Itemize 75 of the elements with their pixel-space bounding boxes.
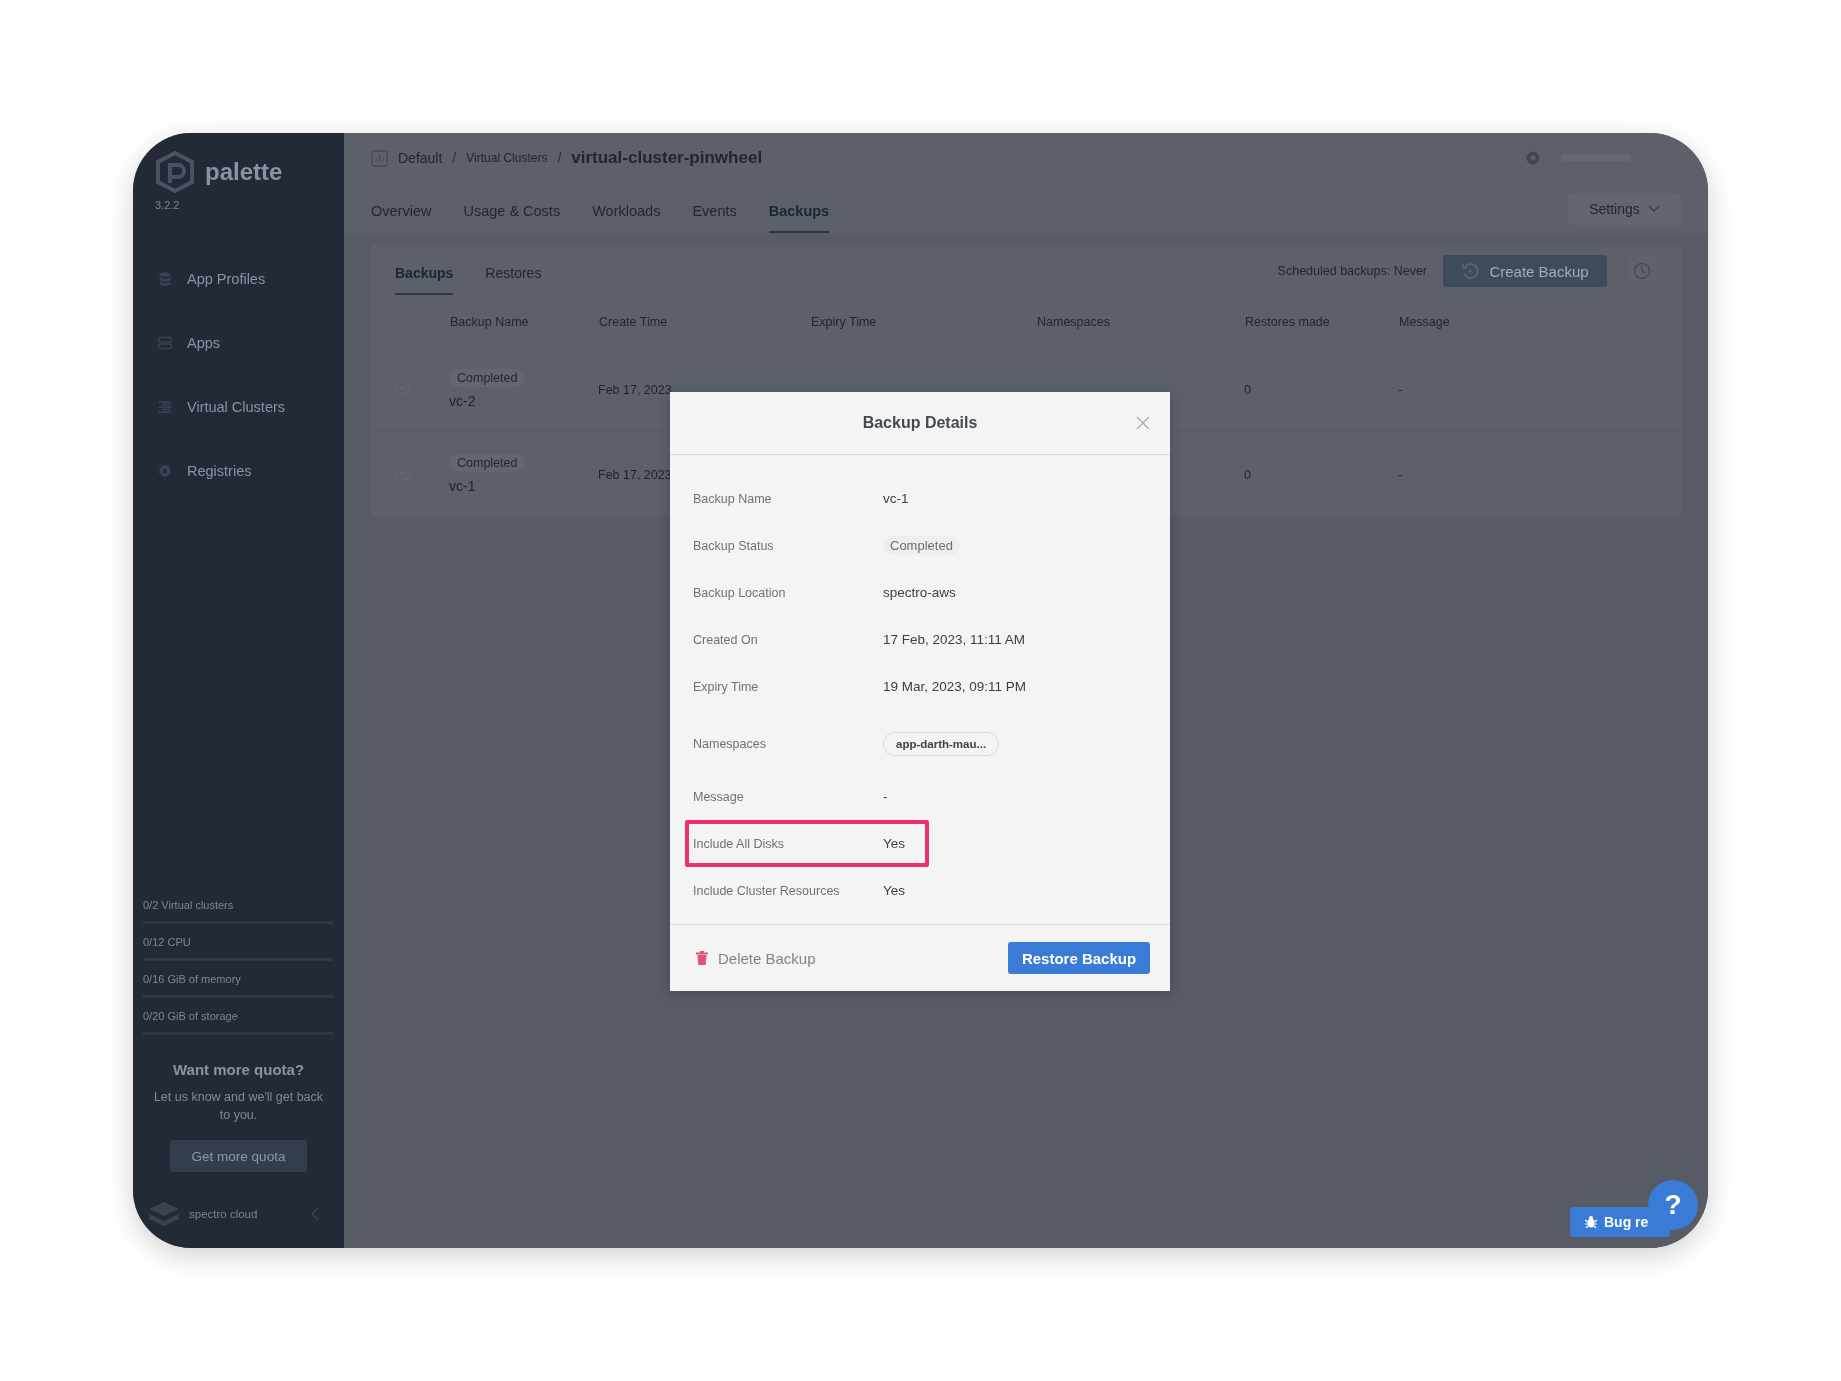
trash-icon (696, 951, 708, 965)
breadcrumb-separator: / (452, 150, 457, 166)
list-icon (157, 399, 173, 415)
column-header: Create Time (599, 314, 668, 331)
tab[interactable]: Usage & Costs (463, 203, 561, 233)
app-logo-text: palette (205, 158, 283, 186)
nav-item[interactable]: Registries (133, 439, 344, 503)
field-value: Yes (883, 836, 906, 851)
caret-icon (1647, 205, 1660, 213)
field-label: Backup Status (693, 538, 775, 553)
field-label: Backup Location (693, 585, 787, 600)
close-icon[interactable] (1136, 416, 1150, 430)
field-value: 19 Mar, 2023, 09:11 PM (883, 679, 1027, 694)
get-quota-button[interactable]: Get more quota (170, 1140, 307, 1172)
quota-label: 0/20 GiB of storage (143, 1009, 239, 1022)
create-time: Feb 17, 2023 (597, 382, 672, 397)
version-label: 3.2.2 (154, 198, 181, 211)
database-icon (157, 271, 173, 287)
delete-backup-button[interactable]: Delete Backup (696, 949, 816, 967)
breadcrumb-separator: / (557, 150, 562, 166)
logo-icon (155, 151, 195, 193)
tab[interactable]: Workloads (592, 203, 661, 233)
column-header: Restores made (1245, 314, 1330, 331)
status-badge: Completed (449, 454, 526, 472)
settings-button[interactable]: Settings (1568, 193, 1681, 225)
field-label: Include Cluster Resources (693, 883, 841, 898)
clock-icon (1633, 262, 1651, 280)
message-cell-text: - (1397, 382, 1403, 397)
field-value: 17 Feb, 2023, 11:11 AM (883, 632, 1026, 647)
bug-icon (1584, 1215, 1598, 1229)
company-name: spectro cloud (189, 1208, 259, 1220)
create-backup-button[interactable]: Create Backup (1443, 255, 1607, 287)
tab[interactable]: Events (692, 203, 737, 233)
field-label: Message (693, 789, 745, 804)
schedule-label: Scheduled backups: Never (1277, 264, 1427, 278)
breadcrumb-item[interactable]: Default (398, 150, 443, 166)
collapse-icon[interactable] (310, 1207, 320, 1221)
field-value: - (883, 789, 888, 804)
column-header: Backup Name (450, 314, 529, 331)
breadcrumb-item[interactable]: Virtual Clusters (466, 151, 548, 165)
promo-text: Let us know and we'll get back to you. (153, 1089, 324, 1124)
column-header: Message (1399, 314, 1450, 331)
company-logo-icon (147, 1200, 181, 1228)
breadcrumb-item: virtual-cluster-pinwheel (571, 148, 763, 168)
tab[interactable]: Backups (395, 251, 454, 295)
quota-label: 0/12 CPU (143, 935, 192, 948)
nav-item[interactable]: App Profiles (133, 247, 344, 311)
dialog-title: Backup Details (862, 414, 978, 432)
nav-item[interactable]: Apps (133, 311, 344, 375)
backup-name: vc-2 (449, 393, 476, 409)
column-header: Namespaces (1037, 314, 1110, 331)
tab[interactable]: Restores (485, 251, 542, 295)
status-badge: Completed (449, 369, 526, 387)
field-label: Namespaces (693, 736, 767, 751)
backup-name: vc-1 (449, 478, 476, 494)
stack-icon (157, 335, 173, 351)
restore-backup-button[interactable]: Restore Backup (1008, 942, 1150, 974)
promo-title: Want more quota? (172, 1061, 305, 1078)
nav-item[interactable]: Virtual Clusters (133, 375, 344, 439)
dashboard-icon (371, 149, 388, 167)
quota-label: 0/16 GiB of memory (143, 972, 242, 985)
column-header: Expiry Time (811, 314, 877, 331)
field-label: Created On (693, 632, 759, 647)
restores-count: 0 (1243, 382, 1251, 397)
tab[interactable]: Overview (371, 203, 432, 233)
field-value: vc-1 (883, 491, 909, 506)
status-badge: Completed (883, 536, 960, 555)
quota-label: 0/2 Virtual clusters (143, 898, 235, 911)
message-cell-text: - (1397, 467, 1403, 482)
field-label: Expiry Time (693, 679, 760, 694)
field-label: Include All Disks (693, 836, 785, 851)
field-label: Backup Name (693, 491, 773, 506)
field-value: spectro-aws (883, 585, 956, 600)
field-value: Yes (883, 883, 906, 898)
restores-count: 0 (1243, 467, 1251, 482)
